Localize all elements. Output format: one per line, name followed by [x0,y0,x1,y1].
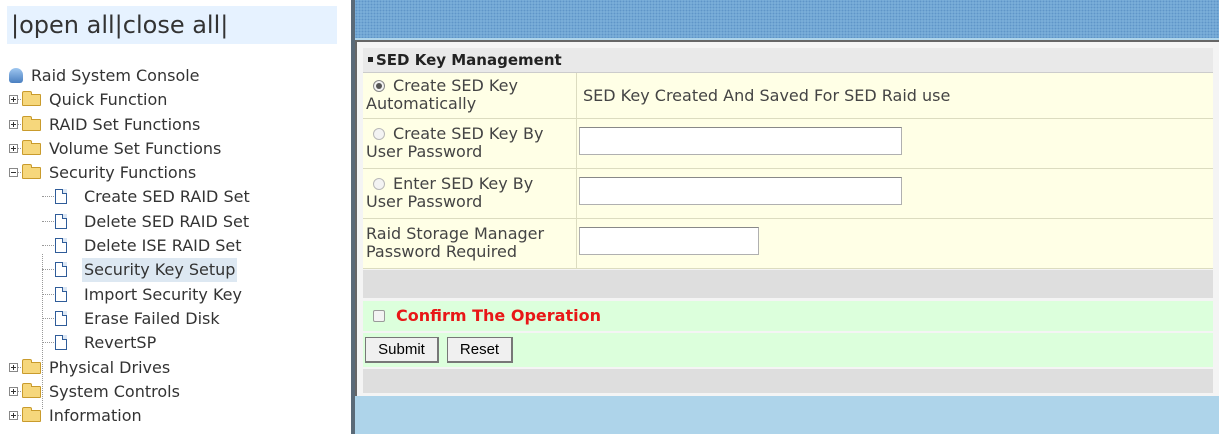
create-key-password-input[interactable] [579,127,902,155]
tree-item-security-functions[interactable]: Security Functions [9,161,349,185]
tree-subitem-delete-sed-raid-set[interactable]: Delete SED RAID Set [9,210,349,234]
tree-subitem-revertsp[interactable]: RevertSP [9,331,349,355]
tree-subitem-label[interactable]: Import Security Key [82,283,244,307]
open-close-bar: |open all|close all| [7,6,337,44]
buttons-row: Submit Reset [363,333,1213,367]
top-banner [355,0,1219,38]
page-icon [55,189,67,205]
separator-bar [363,270,1213,298]
tree-item-volume-set-functions[interactable]: Volume Set Functions [9,137,349,161]
close-all-link[interactable]: close all [123,11,221,39]
page-icon [55,262,67,278]
submit-button[interactable]: Submit [365,337,439,363]
manager-password-input[interactable] [579,227,759,255]
auto-key-status: SED Key Created And Saved For SED Raid u… [583,86,951,105]
folder-icon [22,91,41,107]
tree-subitem-import-security-key[interactable]: Import Security Key [9,283,349,307]
option-enter-key-row: Enter SED Key By User Password [363,169,1213,219]
tree-subitem-delete-ise-raid-set[interactable]: Delete ISE RAID Set [9,234,349,258]
panel-title: SED Key Management [363,48,1213,73]
tree-item-system-controls[interactable]: System Controls [9,380,349,404]
sed-key-panel: SED Key Management Create SED Key Automa… [355,40,1219,396]
option-user-password-radio[interactable] [373,128,385,140]
page-icon [55,238,67,254]
expand-plus-icon[interactable] [9,95,18,105]
expand-plus-icon[interactable] [9,386,18,396]
confirm-label: Confirm The Operation [396,306,601,325]
tree-root[interactable]: Raid System Console [9,64,349,88]
tree-item-information[interactable]: Information [9,404,349,428]
tree-item-label: RAID Set Functions [49,114,201,134]
option-auto-label: Create SED Key Automatically [363,73,577,118]
folder-icon [22,407,41,423]
expand-plus-icon[interactable] [9,143,18,153]
option-enter-key-label: Enter SED Key By User Password [363,169,577,218]
bottom-bar [363,369,1213,393]
page-icon [55,335,67,351]
tree-item-label: Security Functions [49,163,197,183]
tree-subitem-label[interactable]: Create SED RAID Set [82,185,252,209]
navigation-tree: Raid System Console Quick Function RAID … [9,64,349,428]
tree-item-label: Information [49,406,142,426]
option-user-password-label: Create SED Key By User Password [363,119,577,168]
folder-icon [22,115,41,131]
tree-subitem-label-selected[interactable]: Security Key Setup [82,258,238,283]
page-icon [55,213,67,229]
tree-subitem-erase-failed-disk[interactable]: Erase Failed Disk [9,307,349,331]
tree-subitem-label[interactable]: RevertSP [82,331,158,355]
tree-item-label: Volume Set Functions [49,138,222,158]
folder-icon [22,358,41,374]
tree-item-quick-function[interactable]: Quick Function [9,88,349,112]
tree-item-physical-drives[interactable]: Physical Drives [9,356,349,380]
page-icon [55,286,67,302]
tree-subitem-create-sed-raid-set[interactable]: Create SED RAID Set [9,185,349,209]
open-all-link[interactable]: open all [19,11,115,39]
content-frame: SED Key Management Create SED Key Automa… [355,0,1219,434]
tree-frame: |open all|close all| Raid System Console… [0,0,351,434]
tree-subitem-security-key-setup[interactable]: Security Key Setup [9,258,349,283]
collapse-minus-icon[interactable] [9,168,18,178]
expand-plus-icon[interactable] [9,362,18,372]
folder-icon [22,382,41,398]
bullet-icon [368,57,373,62]
enter-key-password-input[interactable] [579,177,902,205]
expand-plus-icon[interactable] [9,119,18,129]
tree-item-label: System Controls [49,381,180,401]
expand-plus-icon[interactable] [9,411,18,421]
tree-subitem-label[interactable]: Erase Failed Disk [82,307,222,331]
page-icon [55,310,67,326]
password-required-label: Raid Storage Manager Password Required [363,219,577,268]
console-icon [9,68,23,83]
confirm-checkbox[interactable] [373,310,385,322]
option-user-password-row: Create SED Key By User Password [363,119,1213,169]
tree-subitem-label[interactable]: Delete SED RAID Set [82,210,251,234]
reset-button[interactable]: Reset [447,337,513,363]
confirm-row: Confirm The Operation [363,301,1213,331]
folder-icon [22,139,41,155]
option-auto-radio[interactable] [373,80,385,92]
option-enter-key-radio[interactable] [373,178,385,190]
tree-item-label: Physical Drives [49,357,171,377]
option-auto-row: Create SED Key Automatically SED Key Cre… [363,73,1213,119]
tree-item-label: Quick Function [49,90,168,110]
open-folder-icon [22,164,41,180]
tree-subitem-label[interactable]: Delete ISE RAID Set [82,234,244,258]
tree-root-label: Raid System Console [31,66,200,85]
password-required-row: Raid Storage Manager Password Required [363,219,1213,269]
tree-item-raid-set-functions[interactable]: RAID Set Functions [9,113,349,137]
